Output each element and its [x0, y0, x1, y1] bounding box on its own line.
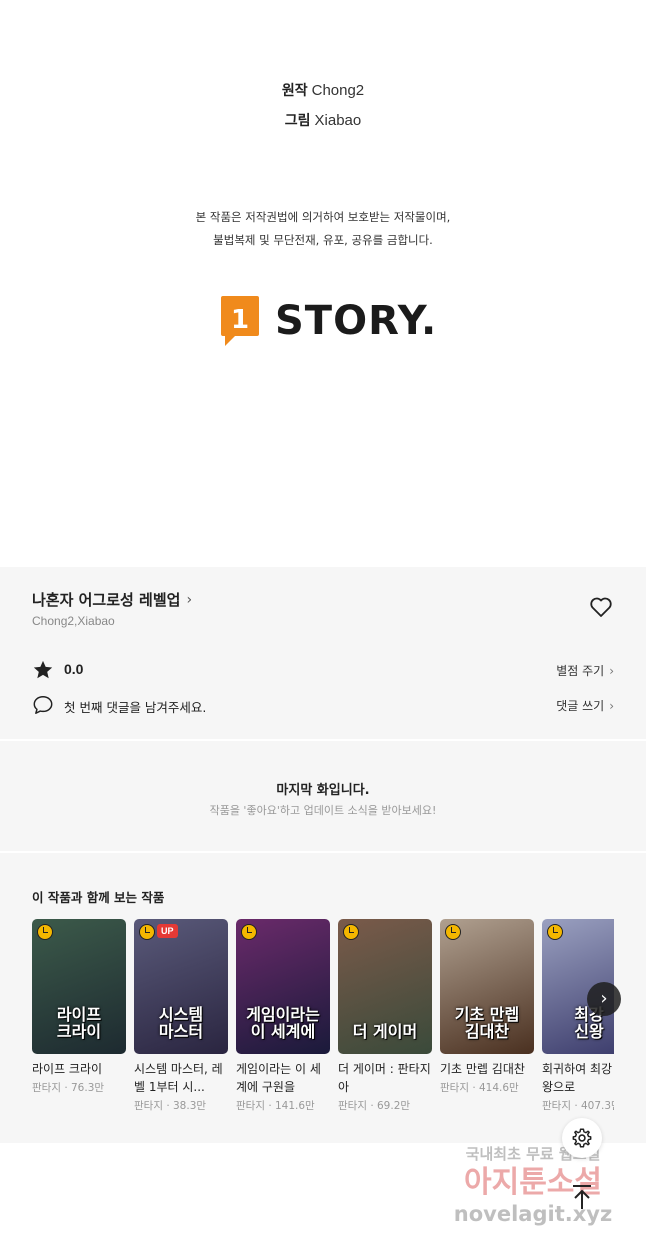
- last-episode-panel: 마지막 화입니다. 작품을 '좋아요'하고 업데이트 소식을 받아보세요!: [0, 741, 646, 851]
- series-title: 나혼자 어그로성 레벨업: [32, 591, 181, 609]
- cover-title-art: 게임이라는 이 세계에: [246, 1005, 320, 1041]
- copyright-notice: 본 작품은 저작권법에 의거하여 보호받는 저작물이며, 불법복제 및 무단전재…: [0, 206, 646, 252]
- recommendation-card[interactable]: 기초 만렙 김대찬 기초 만렙 김대찬 판타지 · 414.6만: [440, 919, 534, 1095]
- recommendation-card[interactable]: 게임이라는 이 세계에게임이라는 이 세계에 구원을판타지 · 141.6만: [236, 919, 330, 1113]
- watermark: 국내최초 무료 웹소설 아지툰소설 novelagit.xyz: [440, 1143, 626, 1227]
- rating-row: 0.0 별점 주기 ›: [32, 659, 614, 683]
- chevron-right-icon: ›: [609, 664, 614, 678]
- cover-image: UP 시스템 마스터: [134, 919, 228, 1054]
- recommendations-heading: 이 작품과 함께 보는 작품: [32, 890, 165, 905]
- wait-free-clock-icon: [343, 924, 359, 940]
- cover-image: 라이프 크라이: [32, 919, 126, 1054]
- card-meta: 판타지 · 38.3만: [134, 1100, 207, 1112]
- cover-image: 기초 만렙 김대찬: [440, 919, 534, 1054]
- rate-label: 별점 주기: [556, 664, 605, 678]
- chevron-right-icon: ›: [609, 699, 614, 713]
- card-meta: 판타지 · 414.6만: [440, 1082, 519, 1094]
- card-title: 더 게이머 : 판타지아: [338, 1062, 431, 1094]
- wait-free-clock-icon: [241, 924, 257, 940]
- copyright-line-2: 불법복제 및 무단전재, 유포, 공유를 금합니다.: [213, 233, 433, 247]
- card-title: 시스템 마스터, 레벨 1부터 시...: [134, 1062, 223, 1094]
- series-title-link[interactable]: 나혼자 어그로성 레벨업 ›: [32, 589, 192, 610]
- wait-free-clock-icon: [37, 924, 53, 940]
- up-badge: UP: [157, 924, 178, 938]
- star-icon: [33, 660, 53, 679]
- rating-value: 0.0: [64, 661, 84, 677]
- rate-button[interactable]: 별점 주기 ›: [556, 662, 614, 679]
- carousel-next-button[interactable]: ›: [587, 982, 621, 1016]
- last-episode-subtitle: 작품을 '좋아요'하고 업데이트 소식을 받아보세요!: [209, 804, 437, 817]
- settings-button[interactable]: [562, 1118, 602, 1158]
- recommendation-card[interactable]: 더 게이머더 게이머 : 판타지아판타지 · 69.2만: [338, 919, 432, 1113]
- onestory-badge-icon: 1: [221, 296, 259, 346]
- comment-bubble-icon: [33, 696, 53, 714]
- card-title: 기초 만렙 김대찬: [440, 1062, 525, 1076]
- watermark-line-3: novelagit.xyz: [453, 1202, 613, 1226]
- card-meta: 판타지 · 76.3만: [32, 1082, 105, 1094]
- recommendation-carousel: 라이프 크라이 라이프 크라이 판타지 · 76.3만 UP 시스템 마스터 시스템 마스…: [32, 919, 614, 1129]
- card-title: 라이프 크라이: [32, 1062, 103, 1076]
- wait-free-clock-icon: [139, 924, 155, 940]
- scroll-to-top-button[interactable]: [568, 1183, 596, 1211]
- cover-title-art: 기초 만렙 김대찬: [454, 1005, 520, 1041]
- cover-image: 더 게이머: [338, 919, 432, 1054]
- card-meta: 판타지 · 141.6만: [236, 1100, 315, 1112]
- cover-title-art: 라이프 크라이: [56, 1005, 102, 1041]
- card-meta: 판타지 · 407.3만: [542, 1100, 614, 1112]
- credits: 원작 Chong2 그림 Xiabao: [0, 76, 646, 136]
- original-label: 원작: [281, 83, 308, 99]
- write-comment-button[interactable]: 댓글 쓰기 ›: [556, 697, 614, 714]
- artist-line: 그림 Xiabao: [0, 106, 646, 136]
- copyright-line-1: 본 작품은 저작권법에 의거하여 보호받는 저작물이며,: [195, 210, 451, 224]
- wait-free-clock-icon: [547, 924, 563, 940]
- series-info-panel: 나혼자 어그로성 레벨업 › Chong2,Xiabao 0.0 별점 주기 › …: [0, 567, 646, 739]
- comment-row: 첫 번째 댓글을 남겨주세요. 댓글 쓰기 ›: [32, 694, 614, 718]
- card-title: 게임이라는 이 세계에 구원을: [236, 1062, 321, 1094]
- recommendations-panel: 이 작품과 함께 보는 작품 라이프 크라이 라이프 크라이 판타지 · 76.3만…: [0, 853, 646, 1143]
- watermark-line-2: 아지툰소설: [464, 1165, 602, 1200]
- artist: Xiabao: [314, 112, 362, 129]
- chevron-right-icon: ›: [186, 591, 193, 608]
- cover-image: 게임이라는 이 세계에: [236, 919, 330, 1054]
- recommendation-card[interactable]: 최강 신왕회귀하여 최강 신왕으로판타지 · 407.3만: [542, 919, 614, 1113]
- card-title: 회귀하여 최강 신왕으로: [542, 1062, 614, 1094]
- recommendation-card[interactable]: UP 시스템 마스터시스템 마스터, 레벨 1부터 시... 판타지 · 38.3만: [134, 919, 228, 1113]
- cover-title-art: 시스템 마스터: [158, 1005, 204, 1041]
- comment-prompt: 첫 번째 댓글을 남겨주세요.: [64, 700, 207, 715]
- cover-title-art: 더 게이머: [352, 1022, 418, 1041]
- svg-text:1: 1: [231, 305, 249, 335]
- gear-icon: [572, 1128, 592, 1148]
- logo-wordmark: STORY.: [275, 298, 438, 344]
- recommendation-card[interactable]: 라이프 크라이 라이프 크라이 판타지 · 76.3만: [32, 919, 126, 1095]
- art-label: 그림: [284, 113, 311, 129]
- series-authors: Chong2,Xiabao: [32, 614, 115, 628]
- onestory-logo: 1 STORY.: [219, 293, 437, 349]
- original-author: Chong2: [311, 82, 365, 99]
- wait-free-clock-icon: [445, 924, 461, 940]
- chevron-right-icon: ›: [600, 988, 608, 1009]
- heart-outline-icon[interactable]: [589, 596, 613, 618]
- write-comment-label: 댓글 쓰기: [556, 699, 605, 713]
- card-meta: 판타지 · 69.2만: [338, 1100, 411, 1112]
- last-episode-title: 마지막 화입니다.: [276, 783, 370, 798]
- original-author-line: 원작 Chong2: [0, 76, 646, 106]
